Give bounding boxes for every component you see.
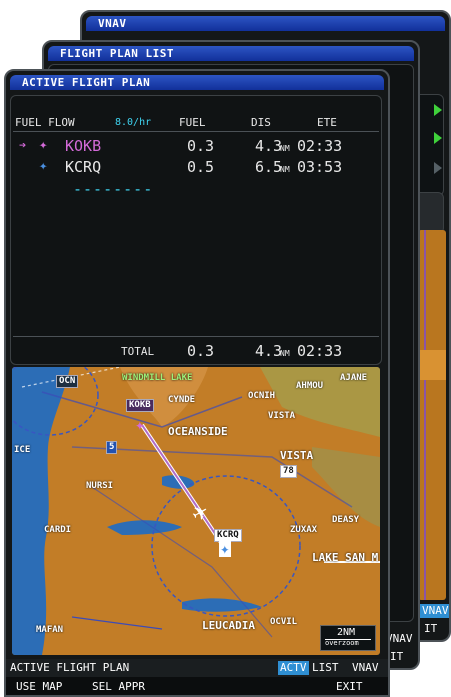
map-label-ajane: AJANE	[340, 373, 368, 383]
map-label-vista: VISTA	[280, 449, 314, 462]
route-78-marker: 78	[280, 465, 297, 478]
waypoint-dis-unit: NM	[280, 144, 290, 153]
vnav-map-strip	[418, 230, 446, 600]
map-label-windmill-lake: WINDMILL LAKE	[122, 373, 193, 383]
map-label-ocnih: OCNIH	[248, 391, 276, 401]
waypoint-ident: KOKB	[65, 137, 102, 155]
status-bar: ACTIVE FLIGHT PLAN ACTV LIST VNAV	[6, 659, 388, 677]
vnav-row-1-arrow-icon[interactable]	[434, 104, 442, 116]
waypoint-ident: KCRQ	[65, 158, 102, 176]
map-label-ahmou: AHMOU	[296, 381, 324, 391]
total-ete: 02:33	[297, 342, 343, 360]
softkey-sel-appr[interactable]: SEL APPR	[92, 680, 145, 694]
map-label-ocn[interactable]: OCN	[56, 375, 79, 388]
map-overzoom-label: overzoom	[325, 639, 359, 647]
vnav-row-3-arrow-icon[interactable]	[434, 162, 442, 174]
map-scale-value: 2NM	[337, 627, 356, 638]
active-flight-plan-title: ACTIVE FLIGHT PLAN	[10, 75, 384, 90]
map-label-oceanside: OCEANSIDE	[168, 425, 228, 438]
waypoint-row-kcrq[interactable]: ✦ KCRQ 0.5 6.5 NM 03:53	[11, 157, 381, 177]
waypoint-dis: 4.3	[255, 137, 283, 155]
fuel-flow-label: FUEL FLOW	[15, 116, 75, 129]
ete-column-header: ETE	[317, 116, 337, 129]
map-scale: 2NM overzoom	[320, 625, 376, 651]
waypoint-dis-unit: NM	[280, 165, 290, 174]
fpl-bottom-text: IT	[390, 650, 404, 663]
map-label-ocvil: OCVIL	[270, 617, 298, 627]
softkey-use-map[interactable]: USE MAP	[16, 680, 62, 694]
vnav-title: VNAV	[86, 16, 445, 31]
map-label-leucadia: LEUCADIA	[202, 619, 255, 632]
softkey-bar: USE MAP SEL APPR EXIT	[6, 677, 388, 695]
map-label-cardi: CARDI	[44, 525, 72, 535]
active-flight-plan-window: ACTIVE FLIGHT PLAN FUEL FLOW 8.0/hr FUEL…	[4, 69, 390, 697]
total-fuel: 0.3	[187, 342, 215, 360]
map-label-deasy: DEASY	[332, 515, 360, 525]
waypoint-fuel: 0.3	[187, 137, 215, 155]
header-divider	[13, 131, 379, 132]
total-label: TOTAL	[121, 345, 155, 358]
vnav-bottom-text: IT	[424, 622, 438, 635]
map-label-zuxax: ZUXAX	[290, 525, 318, 535]
map-label-nursi: NURSI	[86, 481, 114, 491]
status-page-label: ACTIVE FLIGHT PLAN	[10, 661, 130, 674]
kcrq-airport-icon[interactable]: ✦	[219, 541, 231, 557]
waypoint-ete: 03:53	[297, 158, 343, 176]
waypoint-dis: 6.5	[255, 158, 283, 176]
waypoint-ete: 02:33	[297, 137, 343, 155]
flight-plan-list-title: FLIGHT PLAN LIST	[48, 46, 414, 61]
tab-actv[interactable]: ACTV	[278, 661, 309, 675]
empty-waypoint-placeholder[interactable]: --------	[73, 180, 153, 198]
total-dis-unit: NM	[280, 349, 290, 358]
kokb-airport-icon[interactable]: ✦	[135, 415, 145, 434]
airport-icon-kcrq: ✦	[39, 158, 48, 174]
softkey-exit[interactable]: EXIT	[336, 680, 363, 694]
total-dis: 4.3	[255, 342, 283, 360]
airport-icon-kokb: ✦	[39, 137, 48, 153]
flight-plan-table: FUEL FLOW 8.0/hr FUEL DIS ETE ➔ ✦ KOKB 0…	[10, 95, 382, 365]
tab-vnav[interactable]: VNAV	[352, 661, 379, 675]
fuel-flow-value[interactable]: 8.0/hr	[115, 116, 151, 129]
active-leg-arrow-icon: ➔	[19, 138, 27, 152]
map-label-ice: ICE	[14, 445, 31, 455]
map-label-vista-small: VISTA	[268, 411, 296, 421]
dis-column-header: DIS	[251, 116, 271, 129]
total-divider	[13, 336, 379, 337]
map-label-lake-san: LAKE SAN M	[312, 551, 379, 564]
tab-list[interactable]: LIST	[312, 661, 339, 675]
map-label-mafan: MAFAN	[36, 625, 64, 635]
waypoint-row-kokb[interactable]: ➔ ✦ KOKB 0.3 4.3 NM 02:33	[11, 136, 381, 156]
navigation-map[interactable]: OCN WINDMILL LAKE AJANE CYNDE AHMOU OCNI…	[12, 367, 380, 655]
vnav-row-2-arrow-icon[interactable]	[434, 132, 442, 144]
vnav-softkey-vnav[interactable]: VNAV	[420, 604, 449, 618]
waypoint-fuel: 0.5	[187, 158, 215, 176]
route-5-marker: 5	[106, 441, 118, 454]
map-label-cynde: CYNDE	[168, 395, 196, 405]
map-label-kokb[interactable]: KOKB	[126, 399, 154, 412]
fuel-column-header: FUEL	[179, 116, 206, 129]
